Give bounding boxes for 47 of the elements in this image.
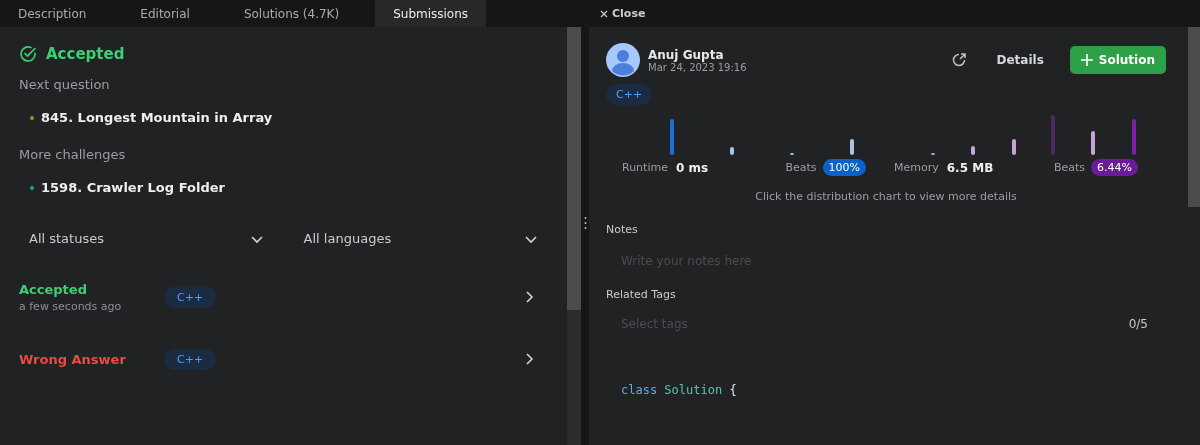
plus-icon: [1080, 54, 1093, 66]
tab[interactable]: Editorial: [122, 0, 208, 27]
distribution-bar[interactable]: [850, 139, 854, 155]
stat-value: 0 ms: [675, 160, 709, 175]
distribution-bar[interactable]: [730, 147, 734, 155]
filter-dropdown[interactable]: All statuses: [19, 225, 274, 252]
tab[interactable]: Submissions: [375, 0, 487, 27]
beats-label: Beats: [785, 161, 817, 174]
distribution-bar[interactable]: [670, 119, 674, 155]
question-link[interactable]: 1598. Crawler Log Folder: [41, 180, 225, 195]
tag-count: 0/5: [1128, 317, 1148, 331]
distribution-bar[interactable]: [1012, 139, 1016, 155]
language-tag: C++: [164, 348, 217, 370]
tab[interactable]: Solutions (4.7K): [225, 0, 358, 27]
tab[interactable]: Description: [0, 0, 105, 27]
stat-label: Runtime: [622, 161, 668, 174]
scrollbar[interactable]: [567, 27, 582, 445]
language-tag: C++: [606, 84, 653, 105]
chart-hint: Click the distribution chart to view more details: [754, 190, 1018, 203]
stat-label: Memory: [894, 161, 939, 174]
code-line: class Solution {: [621, 383, 738, 397]
author-name[interactable]: Anuj Gupta: [648, 47, 747, 62]
stat-value: 6.5 MB: [946, 160, 994, 175]
submission-time: a few seconds ago: [19, 299, 123, 313]
beats-label: Beats: [1053, 161, 1086, 174]
details-button[interactable]: Details: [984, 47, 1056, 73]
close-icon: [600, 9, 608, 18]
language-tag: C++: [164, 286, 217, 308]
filter-dropdown[interactable]: All languages: [293, 225, 549, 252]
beats-percent: 6.44%: [1091, 159, 1138, 176]
question-link[interactable]: 845. Longest Mountain in Array: [41, 110, 273, 125]
submission-status[interactable]: Accepted: [19, 281, 164, 297]
section-heading: Related Tags: [606, 288, 677, 301]
avatar-icon: [606, 43, 640, 77]
status-title: Accepted: [46, 45, 125, 63]
distribution-bar[interactable]: [971, 146, 975, 155]
close-button[interactable]: Close: [600, 7, 646, 20]
section-heading: Next question: [19, 77, 111, 92]
drag-handle-icon[interactable]: [583, 215, 587, 230]
distribution-bar[interactable]: [1091, 131, 1095, 155]
submission-status[interactable]: Wrong Answer: [19, 351, 164, 367]
submission-date: Mar 24, 2023 19:16: [648, 61, 747, 73]
check-circle-icon: [19, 45, 37, 63]
section-heading: Notes: [606, 223, 639, 236]
section-heading: More challenges: [19, 147, 127, 162]
scrollbar[interactable]: [1188, 27, 1200, 207]
beats-percent: 100%: [822, 159, 866, 176]
